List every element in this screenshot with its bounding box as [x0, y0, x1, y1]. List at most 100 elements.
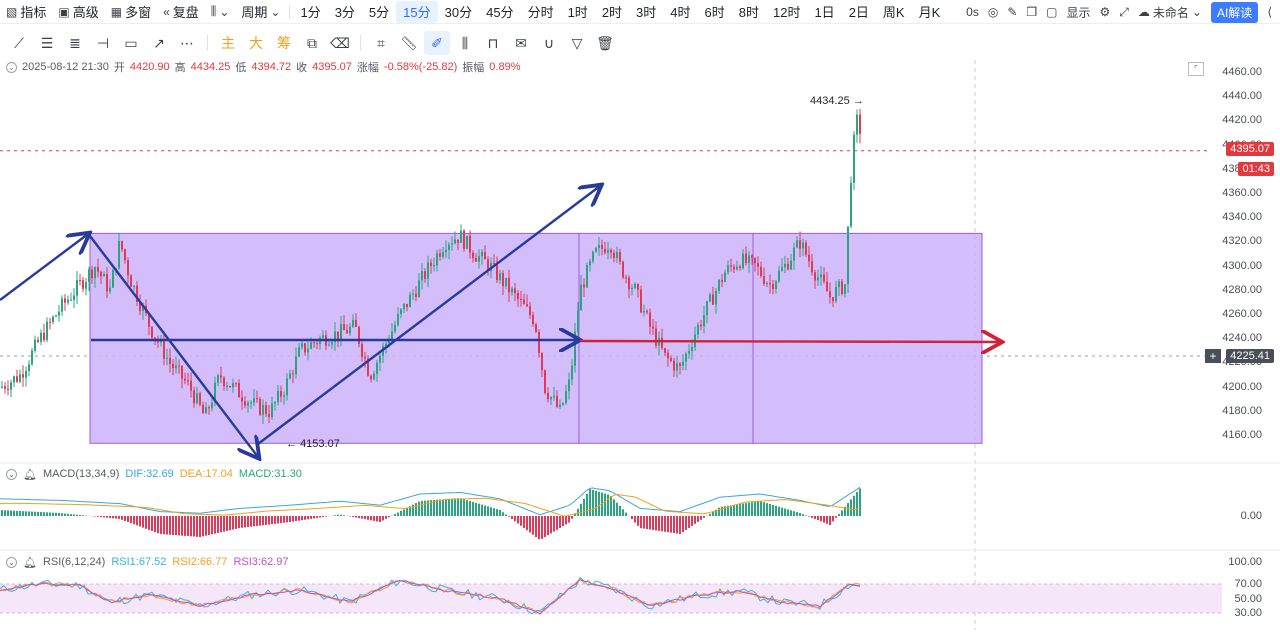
candle-body	[742, 253, 744, 269]
candle-body	[13, 376, 15, 383]
price-tick: 4460.00	[1222, 66, 1262, 78]
macd-bar	[634, 516, 636, 523]
macd-bar	[616, 502, 618, 516]
macd-bar	[760, 501, 762, 516]
macd-bar	[262, 516, 264, 526]
candle-body	[109, 287, 111, 292]
candle-body	[25, 370, 27, 378]
macd-bar	[313, 516, 315, 519]
macd-bar	[10, 510, 12, 516]
macd-bar	[337, 514, 339, 516]
candle-body	[760, 266, 762, 276]
candle-body	[166, 357, 168, 359]
candle-body	[445, 249, 447, 253]
kline-chart[interactable]	[0, 0, 1280, 635]
candle-body	[250, 402, 252, 404]
macd-bar	[385, 516, 387, 519]
macd-bar	[34, 511, 36, 516]
macd-bar	[1, 510, 3, 516]
macd-bar	[646, 516, 648, 530]
price-tick: 4360.00	[1222, 187, 1262, 199]
macd-bar	[25, 511, 27, 516]
candle-body	[517, 293, 519, 300]
macd-bar	[457, 498, 459, 516]
macd-bar	[64, 513, 66, 516]
candle-body	[688, 350, 690, 354]
bell-icon[interactable]: 🔔︎	[23, 468, 37, 481]
candle-body	[547, 392, 549, 400]
price-tick: 4260.00	[1222, 308, 1262, 320]
macd-bar	[184, 516, 186, 536]
collapse-icon[interactable]: ⌄	[6, 468, 17, 480]
macd-bar	[229, 516, 231, 531]
expand-icon[interactable]: ⌜	[1188, 62, 1204, 76]
candle-body	[709, 294, 711, 302]
candle-body	[70, 299, 72, 301]
macd-bar	[256, 516, 258, 526]
candle-body	[472, 252, 474, 259]
candle-body	[817, 277, 819, 281]
price-tick: 4180.00	[1222, 404, 1262, 417]
candle-body	[499, 273, 501, 281]
candle-body	[307, 348, 309, 353]
macd-bar	[169, 516, 171, 535]
candle-body	[775, 281, 777, 290]
macd-bar	[811, 516, 813, 518]
collapse-icon[interactable]: ⌄	[6, 556, 17, 568]
macd-bar	[46, 512, 48, 516]
candle-body	[247, 402, 249, 406]
candle-body	[61, 298, 63, 312]
macd-bar	[484, 505, 486, 516]
macd-bar	[136, 516, 138, 526]
candle-body	[802, 242, 804, 249]
macd-bar	[631, 516, 633, 520]
macd-bar	[529, 516, 531, 533]
candle-body	[85, 281, 87, 289]
candle-body	[232, 383, 234, 388]
macd-bar	[604, 493, 606, 516]
macd-bar	[217, 516, 219, 533]
candle-body	[193, 390, 195, 404]
macd-bar	[586, 493, 588, 516]
candle-body	[226, 385, 228, 387]
macd-bar	[406, 507, 408, 516]
candle-body	[364, 356, 366, 359]
candle-body	[22, 374, 24, 378]
macd-bar	[367, 516, 369, 520]
candle-body	[376, 362, 378, 374]
macd-bar	[670, 516, 672, 533]
candle-body	[397, 313, 399, 325]
macd-bar	[493, 508, 495, 516]
macd-bar	[73, 514, 75, 516]
macd-bar	[283, 516, 285, 523]
candle-body	[64, 298, 66, 303]
candle-body	[292, 373, 294, 375]
candle-body	[244, 401, 246, 406]
macd-bar	[334, 515, 336, 516]
macd-bar	[319, 516, 321, 518]
macd-bar	[271, 516, 273, 525]
macd-bar	[259, 516, 261, 526]
countdown-badge: 01:43	[1238, 162, 1274, 176]
candle-body	[274, 402, 276, 404]
candle-body	[10, 382, 12, 390]
macd-bar	[841, 510, 843, 516]
rsi-info: ⌄ 🔔︎ RSI(6,12,24) RSI1:67.52 RSI2:66.77 …	[6, 554, 288, 570]
macd-bar	[280, 516, 282, 524]
candle-body	[469, 235, 471, 253]
macd-bar	[478, 503, 480, 516]
macd-bar	[325, 516, 327, 517]
macd-bar	[292, 516, 294, 522]
macd-bar	[79, 515, 81, 516]
candle-body	[418, 280, 420, 297]
candle-body	[640, 289, 642, 313]
macd-bar	[151, 516, 153, 531]
candle-body	[718, 279, 720, 291]
candle-body	[370, 375, 372, 380]
add-alert-icon[interactable]: +	[1205, 349, 1221, 363]
macd-bar	[193, 516, 195, 537]
candle-body	[724, 272, 726, 282]
candle-body	[346, 330, 348, 334]
bell-icon[interactable]: 🔔︎	[23, 556, 37, 569]
candle-body	[322, 335, 324, 338]
